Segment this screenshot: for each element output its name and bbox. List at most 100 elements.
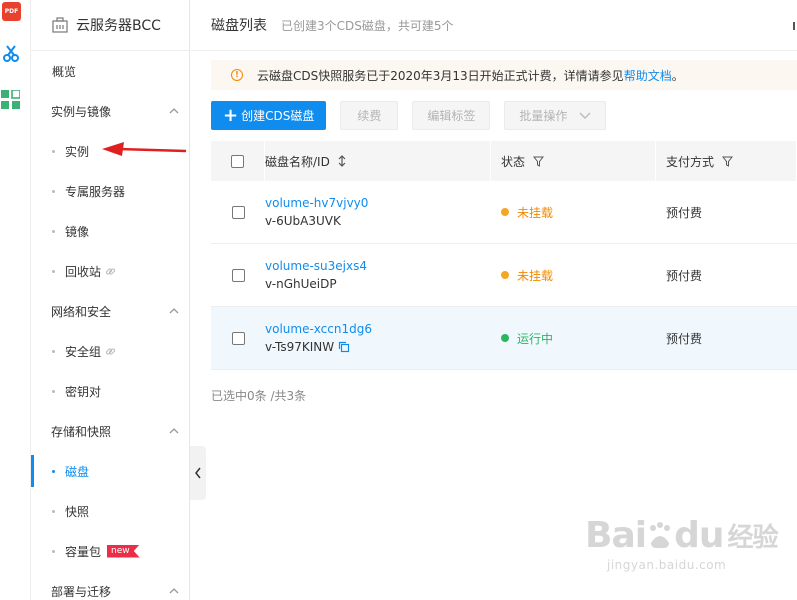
sort-icon[interactable] [338,155,346,167]
paw-icon [650,521,671,548]
table-header: 磁盘名称/ID 状态 支付方式 [211,141,797,181]
sidebar-item-label: 回收站 [65,264,102,279]
left-toolbar-strip: PDF [0,0,31,600]
bullet-dot [52,509,55,513]
scissors-icon[interactable] [2,44,20,62]
status-cell: 运行中 [491,307,656,370]
select-all-checkbox[interactable] [231,154,244,168]
notice-banner: ! 云磁盘CDS快照服务已于2020年3月13日开始正式计费，详情请参见 帮助文档… [211,60,797,90]
column-label: 支付方式 [666,154,715,169]
column-label: 状态 [501,154,526,169]
volume-id: v-6UbA3UVK [265,214,341,228]
volume-name-link[interactable]: volume-xccn1dg6 [265,322,372,336]
sidebar-group-label: 存储和快照 [51,424,112,439]
bullet-dot [52,469,55,473]
row-checkbox-cell [211,181,265,244]
bullet-dot [52,149,55,153]
volume-id: v-Ts97KINW [265,340,335,354]
chevron-down-icon [579,112,591,119]
sidebar-title-text: 云服务器BCC [76,18,161,34]
table-row[interactable]: volume-xccn1dg6 v-Ts97KINW 运行中 预付费 [211,307,797,370]
volume-name-link[interactable]: volume-hv7vjvy0 [265,196,368,210]
sidebar-group-instances[interactable]: 实例与镜像 [31,91,189,131]
button-label: 编辑标签 [427,109,476,123]
sidebar-item-label: 密钥对 [65,384,102,399]
column-status[interactable]: 状态 [491,141,656,181]
chevron-up-icon [169,428,179,434]
watermark-brand-3: 经验 [727,523,778,553]
column-name-id[interactable]: 磁盘名称/ID [265,141,491,181]
sidebar-item-label: 专属服务器 [65,184,126,199]
edit-tags-button[interactable]: 编辑标签 [412,101,491,130]
payment-cell: 预付费 [656,181,797,244]
row-checkbox[interactable] [231,268,245,282]
page-header: 磁盘列表 已创建3个CDS磁盘，共可建5个 [191,0,797,51]
volume-id-wrap: v-Ts97KINW [265,340,372,354]
sidebar-group-storage[interactable]: 存储和快照 [31,411,189,451]
table-row[interactable]: volume-su3ejxs4 v-nGhUeiDP 未挂载 预付费 [211,244,797,307]
sidebar: 云服务器BCC 概览 实例与镜像 实例 专属服务器 镜像 回收站 网络和安全 安… [31,0,190,600]
sidebar-item-disk[interactable]: 磁盘 [31,451,189,491]
table-row[interactable]: volume-hv7vjvy0 v-6UbA3UVK 未挂载 预付费 [211,181,797,244]
sidebar-item-key-pair[interactable]: 密钥对 [31,371,189,411]
chevron-up-icon [169,108,179,114]
create-cds-disk-button[interactable]: + 创建CDS磁盘 [211,101,327,130]
bullet-dot [52,549,55,553]
help-doc-link[interactable]: 帮助文档 [624,67,672,84]
status-dot [501,271,509,279]
status-cell: 未挂载 [491,181,656,244]
column-label: 磁盘名称/ID [265,154,330,169]
warning-icon: ! [231,69,243,81]
row-checkbox-cell [211,307,265,370]
sidebar-item-overview[interactable]: 概览 [31,51,189,91]
sidebar-group-label: 实例与镜像 [51,104,112,119]
filter-icon[interactable] [722,156,734,167]
status-badge: 未挂载 [501,267,553,284]
status-dot [501,208,509,216]
bullet-dot [52,349,55,353]
sidebar-group-deploy[interactable]: 部署与迁移 [31,571,189,600]
name-cell: volume-hv7vjvy0 v-6UbA3UVK [265,181,491,244]
row-checkbox-cell [211,244,265,307]
status-badge: 未挂载 [501,204,553,221]
row-checkbox[interactable] [231,205,245,219]
sidebar-item-label: 容量包 [65,544,102,559]
chevron-up-icon [169,588,179,594]
link-icon [105,347,116,355]
watermark-url: jingyan.baidu.com [607,558,727,572]
sidebar-item-snapshot[interactable]: 快照 [31,491,189,531]
filter-icon[interactable] [533,156,545,167]
pdf-icon[interactable]: PDF [2,2,21,21]
copy-icon[interactable] [338,341,350,353]
batch-operations-dropdown[interactable]: 批量操作 [504,101,607,130]
payment-text: 预付费 [666,331,703,346]
grid-icon[interactable] [1,90,20,109]
header-right-icon[interactable] [793,22,797,30]
sidebar-item-recycle-bin[interactable]: 回收站 [31,251,189,291]
toolbar: + 创建CDS磁盘 续费 编辑标签 批量操作 [211,101,607,130]
sidebar-item-label: 磁盘 [65,464,90,479]
watermark-brand-2: du [674,515,724,556]
sidebar-item-security-group[interactable]: 安全组 [31,331,189,371]
status-text: 未挂载 [517,268,554,283]
status-cell: 未挂载 [491,244,656,307]
header-checkbox-cell [211,141,265,181]
sidebar-item-image[interactable]: 镜像 [31,211,189,251]
sidebar-item-dedicated-server[interactable]: 专属服务器 [31,171,189,211]
row-checkbox[interactable] [231,331,245,345]
notice-end: 。 [671,68,684,83]
button-label: 批量操作 [519,109,568,123]
renew-button[interactable]: 续费 [340,101,399,130]
watermark-brand: Bai [585,515,647,556]
column-payment[interactable]: 支付方式 [656,141,797,181]
sidebar-group-network[interactable]: 网络和安全 [31,291,189,331]
notice-text: 云磁盘CDS快照服务已于2020年3月13日开始正式计费，详情请参见 [257,68,624,83]
page-title: 磁盘列表 [211,18,267,34]
sidebar-item-capacity-pack[interactable]: 容量包 new [31,531,189,571]
payment-text: 预付费 [666,205,703,220]
volume-name-link[interactable]: volume-su3ejxs4 [265,259,367,273]
page-subtitle: 已创建3个CDS磁盘，共可建5个 [281,18,454,33]
bullet-dot [52,269,55,273]
chevron-up-icon [169,308,179,314]
plus-icon: + [223,104,239,126]
